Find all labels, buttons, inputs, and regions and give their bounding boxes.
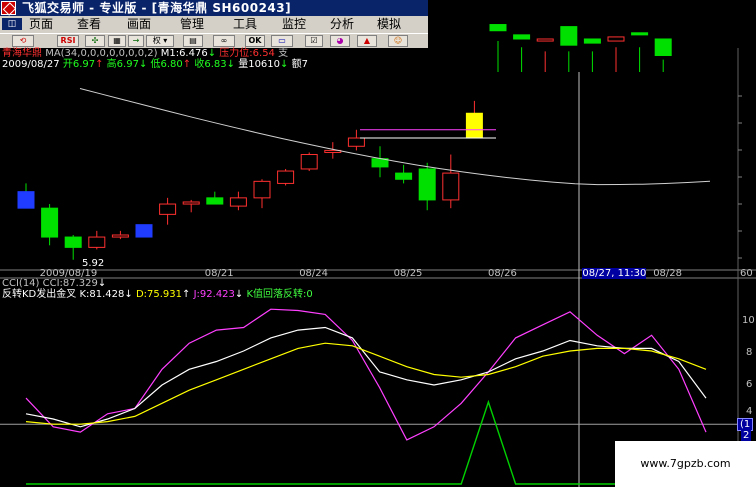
candle-body: [64, 236, 82, 248]
kd-tick-80: 8: [746, 347, 753, 358]
candle-body: [182, 201, 200, 205]
kd-tick-100: 10: [742, 315, 755, 326]
date-label: 08/26: [488, 268, 517, 279]
kd-value-box-2: 2: [741, 430, 752, 441]
kd-line-j: [25, 308, 707, 441]
ma-line: [79, 88, 711, 186]
candle-body: [206, 197, 224, 205]
kd-line-k: [25, 326, 707, 428]
candle-body: [631, 32, 649, 36]
candle-body: [300, 154, 318, 170]
date-label: 08/21: [204, 268, 234, 279]
candle-body: [560, 26, 578, 46]
candle-body: [88, 236, 106, 248]
date-label: 08/28: [653, 268, 683, 279]
kline-chart[interactable]: [0, 0, 756, 487]
date-label: 08/24: [299, 268, 329, 279]
kd-indicator-name: 反转KD发出金叉: [2, 289, 77, 300]
right-axis-top: 60: [740, 268, 753, 279]
candle-body: [536, 38, 554, 42]
signal-line: [26, 399, 706, 485]
candle-body: [41, 207, 59, 238]
candle-body: [513, 34, 531, 40]
candle-body: [607, 36, 625, 42]
j-value: J:92.423: [193, 289, 235, 300]
candle-body: [17, 191, 35, 209]
candle-body: [465, 112, 483, 139]
signal-value: K值回落反转:0: [246, 289, 313, 300]
candle-body: [229, 197, 247, 207]
date-label: 08/27, 11:30: [582, 268, 647, 279]
candle-body: [253, 180, 271, 199]
candle-body: [442, 172, 460, 201]
candle-body: [111, 234, 129, 238]
candle-body: [654, 38, 672, 56]
k-value: K:81.428: [79, 289, 125, 300]
cci-value: CCI(14) CCI:87.329: [2, 278, 98, 289]
kd-tick-40: 4: [746, 406, 753, 417]
candle-body: [418, 168, 436, 201]
candle-body: [135, 224, 153, 238]
watermark: www.7gpzb.com: [615, 441, 756, 487]
candle-body: [347, 137, 365, 147]
kd-tick-60: 6: [746, 379, 753, 390]
candle-body: [583, 38, 601, 44]
candle-body: [277, 170, 295, 184]
d-value: D:75.931: [135, 289, 183, 300]
candle-body: [489, 24, 507, 32]
candle-body: [395, 172, 413, 180]
date-label: 08/25: [393, 268, 423, 279]
low-price-mark: 5.92: [82, 258, 105, 269]
candle-body: [159, 203, 177, 215]
kd-info-line: 反转KD发出金叉 K:81.428↓ D:75.931↑ J:92.423↓ K…: [2, 289, 313, 300]
